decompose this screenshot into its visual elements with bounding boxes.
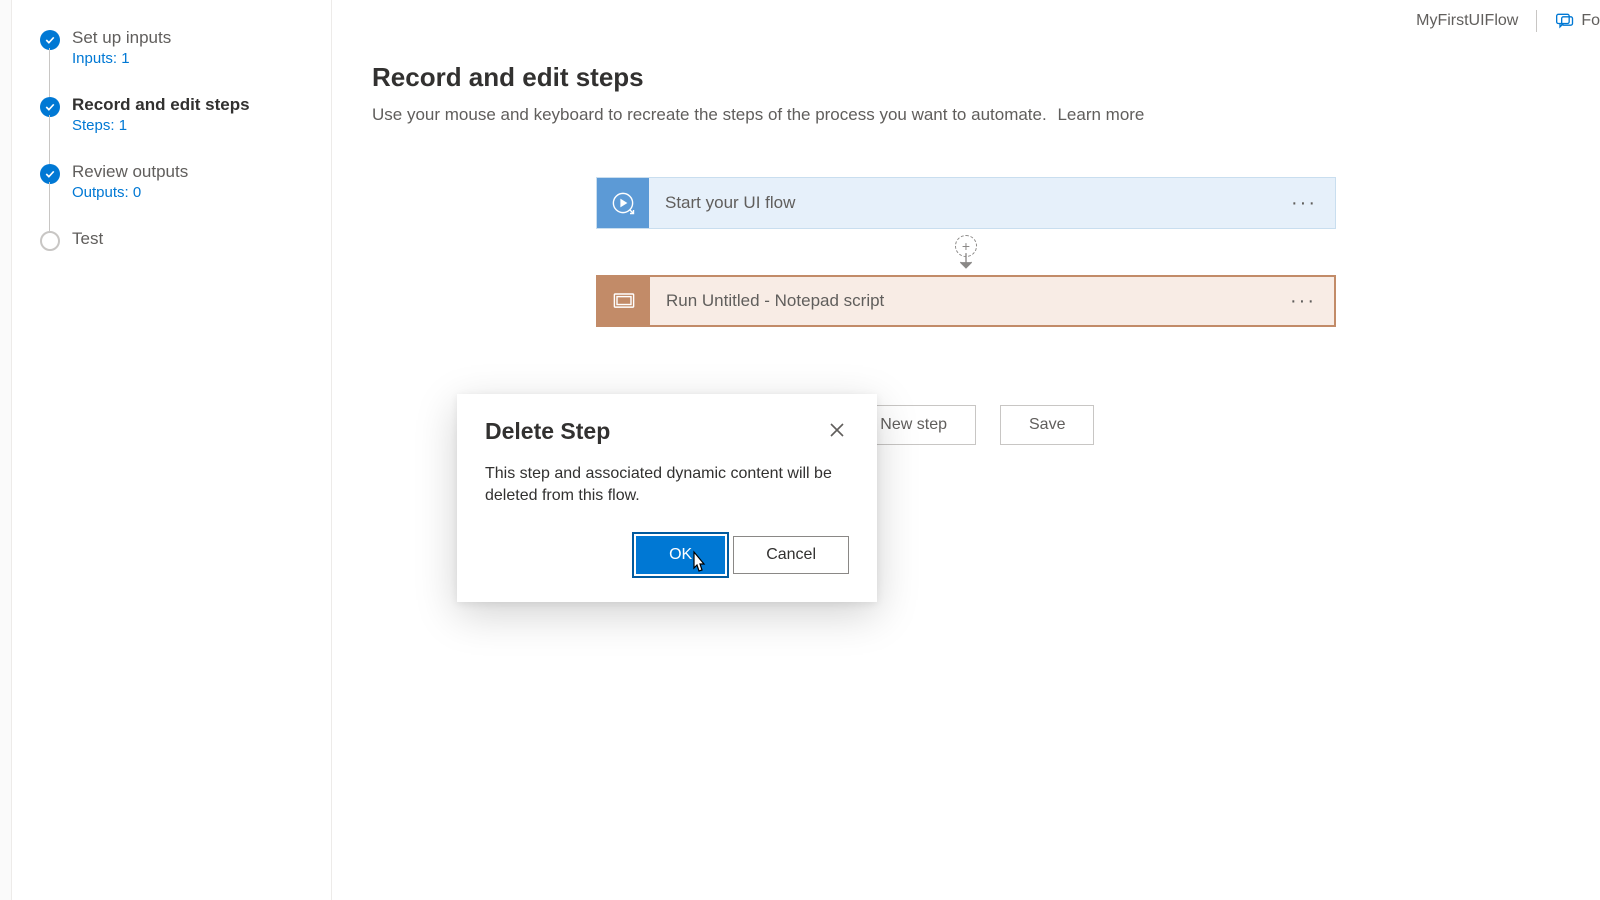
topbar: MyFirstUIFlow Fo bbox=[1416, 10, 1600, 32]
play-cycle-icon bbox=[597, 178, 649, 228]
left-edge-strip bbox=[0, 0, 12, 900]
flow-name: MyFirstUIFlow bbox=[1416, 12, 1518, 30]
sidebar-item-sub: Steps: 1 bbox=[72, 117, 315, 134]
check-icon bbox=[40, 97, 60, 117]
delete-step-dialog: Delete Step This step and associated dyn… bbox=[457, 394, 877, 602]
sidebar-item-label: Record and edit steps bbox=[72, 95, 315, 115]
sidebar-item-test[interactable]: Test bbox=[40, 229, 315, 277]
sidebar-item-review-outputs[interactable]: Review outputs Outputs: 0 bbox=[40, 162, 315, 229]
sidebar-item-label: Review outputs bbox=[72, 162, 315, 182]
close-icon[interactable] bbox=[825, 418, 849, 442]
more-icon[interactable]: ··· bbox=[1273, 192, 1335, 215]
topbar-right-label: Fo bbox=[1581, 12, 1600, 30]
circle-icon bbox=[40, 231, 60, 251]
page-title: Record and edit steps bbox=[372, 62, 1560, 93]
page-subtitle: Use your mouse and keyboard to recreate … bbox=[372, 105, 1560, 125]
flow-card-start[interactable]: Start your UI flow ··· bbox=[596, 177, 1336, 229]
comment-action[interactable]: Fo bbox=[1555, 12, 1600, 30]
sidebar-item-label: Set up inputs bbox=[72, 28, 315, 48]
save-button[interactable]: Save bbox=[1000, 405, 1094, 445]
card-label: Start your UI flow bbox=[649, 193, 1273, 213]
card-label: Run Untitled - Notepad script bbox=[650, 291, 1272, 311]
sidebar-item-label: Test bbox=[72, 229, 315, 249]
sidebar-item-sub: Inputs: 1 bbox=[72, 50, 315, 67]
sidebar-item-record-steps[interactable]: Record and edit steps Steps: 1 bbox=[40, 95, 315, 162]
dialog-body: This step and associated dynamic content… bbox=[485, 463, 849, 508]
more-icon[interactable]: ··· bbox=[1272, 290, 1334, 313]
check-icon bbox=[40, 164, 60, 184]
sidebar-item-sub: Outputs: 0 bbox=[72, 184, 315, 201]
check-icon bbox=[40, 30, 60, 50]
ok-button[interactable]: OK bbox=[636, 536, 725, 574]
connector: + bbox=[596, 229, 1336, 275]
flow-card-run-script[interactable]: Run Untitled - Notepad script ··· bbox=[596, 275, 1336, 327]
divider bbox=[1536, 10, 1537, 32]
dialog-title: Delete Step bbox=[485, 418, 610, 445]
screen-icon bbox=[598, 277, 650, 325]
comment-icon bbox=[1555, 12, 1575, 30]
sidebar-item-setup-inputs[interactable]: Set up inputs Inputs: 1 bbox=[40, 28, 315, 95]
learn-more-link[interactable]: Learn more bbox=[1057, 105, 1144, 124]
arrow-down-icon bbox=[957, 252, 975, 275]
cancel-button[interactable]: Cancel bbox=[733, 536, 849, 574]
wizard-sidebar: Set up inputs Inputs: 1 Record and edit … bbox=[12, 0, 332, 900]
